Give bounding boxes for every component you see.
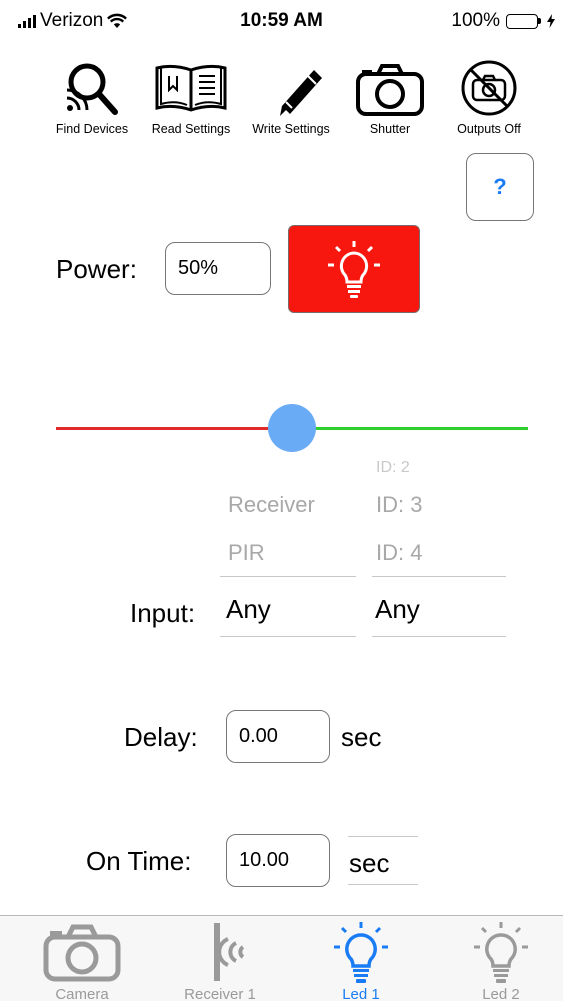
picker-divider	[220, 576, 356, 577]
tab-led-1[interactable]: Led 1	[291, 916, 431, 1003]
write-settings-button[interactable]: Write Settings	[236, 60, 346, 136]
shutter-button[interactable]: Shutter	[335, 60, 445, 136]
delay-label: Delay:	[124, 722, 198, 752]
outputs-off-label: Outputs Off	[457, 122, 521, 136]
power-light-button[interactable]	[288, 225, 420, 313]
status-bar: Verizon 10:59 AM 100%	[0, 0, 563, 44]
battery-group: 100%	[451, 10, 555, 32]
shutter-label: Shutter	[369, 122, 411, 136]
write-settings-label: Write Settings	[252, 122, 330, 136]
tab-label: Receiver 1	[184, 986, 256, 1003]
input-source-selected[interactable]: Any	[226, 594, 271, 625]
tab-receiver-1[interactable]: Receiver 1	[150, 916, 290, 1003]
picker-divider	[372, 576, 506, 577]
picker-option[interactable]: ID: 4	[376, 540, 422, 566]
power-field[interactable]: 50%	[165, 242, 271, 295]
tab-led-2[interactable]: Led 2	[431, 916, 563, 1003]
find-devices-label: Find Devices	[55, 122, 129, 136]
input-label: Input:	[130, 598, 196, 628]
tab-label: Camera	[55, 986, 109, 1003]
camera-icon	[356, 64, 424, 116]
picker-option[interactable]: ID: 3	[376, 492, 422, 518]
on-time-unit[interactable]: sec	[349, 848, 389, 879]
tab-label: Led 1	[342, 986, 380, 1003]
delay-field[interactable]: 0.00	[226, 710, 330, 763]
delay-unit: sec	[341, 722, 382, 752]
battery-percent: 100%	[451, 10, 500, 31]
read-settings-button[interactable]: Read Settings	[136, 60, 246, 136]
camera-icon	[43, 924, 121, 982]
slider-track-min	[56, 427, 292, 430]
picker-divider	[220, 636, 356, 637]
book-icon	[155, 64, 227, 112]
unit-picker-divider	[348, 836, 418, 837]
outputs-off-button[interactable]: Outputs Off	[434, 60, 544, 136]
picker-option[interactable]: Receiver	[228, 492, 315, 518]
picker-option[interactable]: PIR	[228, 540, 265, 566]
on-time-field[interactable]: 10.00	[226, 834, 330, 887]
help-button[interactable]: ?	[466, 153, 534, 221]
on-time-label: On Time:	[86, 846, 192, 876]
lightbulb-icon	[328, 241, 380, 298]
tab-label: Led 2	[482, 986, 520, 1003]
read-settings-label: Read Settings	[151, 122, 231, 136]
find-devices-button[interactable]: Find Devices	[37, 60, 147, 136]
input-id-selected[interactable]: Any	[375, 594, 420, 625]
lightbulb-icon	[334, 922, 388, 983]
picker-option[interactable]: ID: 2	[376, 459, 410, 477]
find-devices-icon	[66, 63, 118, 115]
slider-track-max	[292, 427, 528, 430]
lightbulb-icon	[474, 922, 528, 983]
power-label: Power:	[56, 254, 137, 284]
pencil-icon	[280, 70, 322, 116]
tab-bar: Camera Receiver 1 Led 1 Led 2	[0, 915, 563, 1003]
unit-picker-divider	[348, 884, 418, 885]
receiver-icon	[214, 923, 245, 981]
picker-divider	[372, 636, 506, 637]
tab-camera[interactable]: Camera	[12, 916, 152, 1003]
battery-icon	[506, 13, 538, 29]
camera-off-icon	[461, 60, 517, 116]
slider-thumb[interactable]	[268, 404, 316, 452]
charging-icon	[547, 14, 555, 28]
